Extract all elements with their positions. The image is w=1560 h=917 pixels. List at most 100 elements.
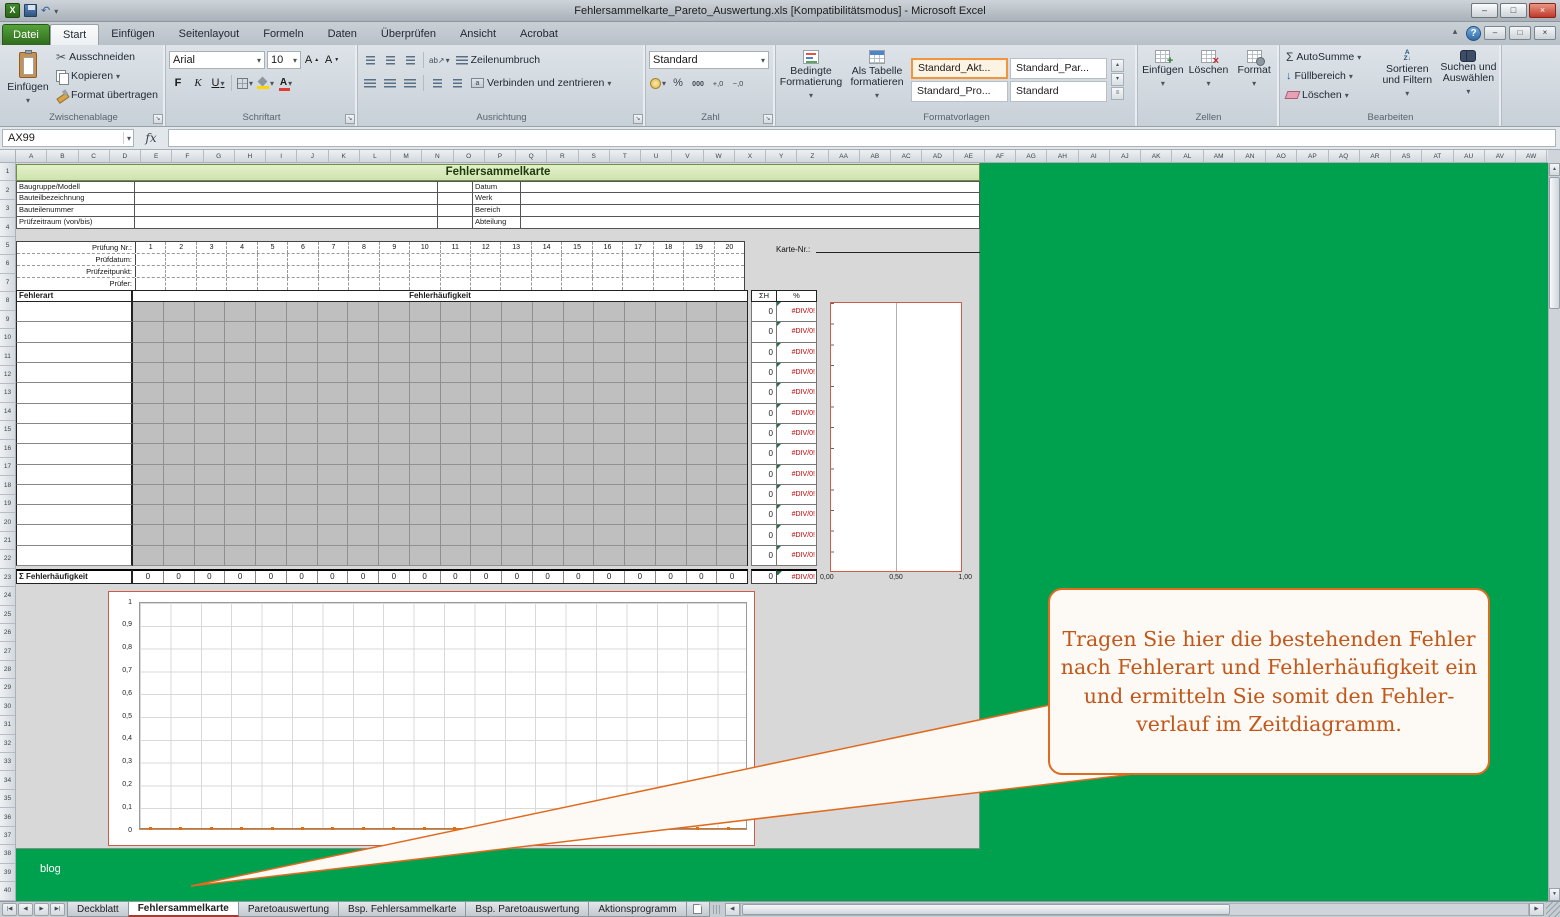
frequency-cell[interactable]: [256, 363, 287, 383]
row-header-37[interactable]: 37: [0, 827, 15, 845]
frequency-cell[interactable]: [533, 444, 564, 464]
close-button[interactable]: [1529, 3, 1556, 18]
align-middle-button[interactable]: [381, 51, 399, 69]
pruefung-cell[interactable]: [562, 254, 592, 265]
pruefung-cell[interactable]: [715, 254, 744, 265]
decrease-font-button[interactable]: A▼: [323, 51, 341, 69]
pruefung-cell[interactable]: [593, 266, 623, 277]
decrease-decimal-button[interactable]: [729, 74, 747, 92]
row-header-35[interactable]: 35: [0, 790, 15, 808]
frequency-cell[interactable]: [717, 424, 747, 444]
pruefung-cell[interactable]: [258, 278, 288, 290]
frequency-cell[interactable]: [625, 404, 656, 424]
frequency-cell[interactable]: [564, 485, 595, 505]
frequency-cell[interactable]: [687, 363, 718, 383]
frequency-cell[interactable]: [379, 546, 410, 566]
frequency-cell[interactable]: [533, 322, 564, 342]
ribbon-tab-5[interactable]: Überprüfen: [369, 24, 448, 45]
row-header-4[interactable]: 4: [0, 218, 15, 236]
pruefung-cell[interactable]: [380, 266, 410, 277]
frequency-cell[interactable]: [256, 424, 287, 444]
frequency-cell[interactable]: [164, 505, 195, 525]
clear-button[interactable]: Löschen: [1283, 86, 1376, 104]
select-all-corner[interactable]: [0, 150, 16, 163]
pruefung-cell[interactable]: [532, 266, 562, 277]
frequency-cell[interactable]: [318, 363, 349, 383]
frequency-cell[interactable]: [225, 546, 256, 566]
row-header-13[interactable]: 13: [0, 384, 15, 402]
frequency-cell[interactable]: [441, 444, 472, 464]
sort-filter-button[interactable]: Sortieren und Filtern: [1378, 48, 1437, 111]
frequency-cell[interactable]: [594, 322, 625, 342]
autosum-arrow-icon[interactable]: [1357, 51, 1361, 63]
pruefung-col-header[interactable]: 12: [471, 242, 501, 253]
frequency-cell[interactable]: [225, 302, 256, 322]
frequency-cell[interactable]: [441, 343, 472, 363]
ribbon-tab-1[interactable]: Einfügen: [99, 24, 166, 45]
fehlerart-cell[interactable]: [16, 485, 133, 505]
pruefung-col-header[interactable]: 15: [562, 242, 592, 253]
column-header-AS[interactable]: AS: [1391, 150, 1422, 162]
frequency-cell[interactable]: [625, 343, 656, 363]
frequency-cell[interactable]: [441, 546, 472, 566]
percent-format-button[interactable]: [669, 74, 687, 92]
pruefung-cell[interactable]: [471, 278, 501, 290]
pruefung-col-header[interactable]: 7: [319, 242, 349, 253]
frequency-cell[interactable]: [256, 546, 287, 566]
bold-button[interactable]: F: [169, 74, 187, 92]
fill-arrow-icon[interactable]: [1349, 70, 1353, 82]
frequency-cell[interactable]: [594, 444, 625, 464]
sheet-tab-5[interactable]: Aktionsprogramm: [588, 902, 686, 917]
frequency-cell[interactable]: [318, 322, 349, 342]
fehlerart-cell[interactable]: [16, 363, 133, 383]
column-header-X[interactable]: X: [735, 150, 766, 162]
form-input-right[interactable]: [521, 205, 980, 217]
style-item-0[interactable]: Standard_Akt...: [911, 58, 1008, 79]
pruefung-col-header[interactable]: 5: [258, 242, 288, 253]
frequency-cell[interactable]: [164, 404, 195, 424]
frequency-cell[interactable]: [471, 505, 502, 525]
frequency-cell[interactable]: [687, 465, 718, 485]
pruefung-cell[interactable]: [623, 254, 653, 265]
pruefung-cell[interactable]: [288, 266, 318, 277]
frequency-cell[interactable]: [195, 404, 226, 424]
frequency-cell[interactable]: [379, 383, 410, 403]
frequency-cell[interactable]: [256, 343, 287, 363]
workbook-minimize-icon[interactable]: [1484, 26, 1506, 40]
pruefung-cell[interactable]: [684, 266, 714, 277]
column-header-E[interactable]: E: [141, 150, 172, 162]
frequency-cell[interactable]: [287, 546, 318, 566]
fill-color-arrow-icon[interactable]: [270, 77, 274, 89]
pruefung-col-header[interactable]: 20: [715, 242, 744, 253]
frequency-cell[interactable]: [594, 485, 625, 505]
frequency-cell[interactable]: [471, 424, 502, 444]
column-header-AP[interactable]: AP: [1297, 150, 1328, 162]
pruefung-col-header[interactable]: 11: [441, 242, 471, 253]
frequency-cell[interactable]: [471, 302, 502, 322]
row-header-20[interactable]: 20: [0, 513, 15, 531]
pruefung-cell[interactable]: [319, 278, 349, 290]
frequency-cell[interactable]: [256, 505, 287, 525]
frequency-cell[interactable]: [410, 343, 441, 363]
frequency-cell[interactable]: [656, 505, 687, 525]
frequency-cell[interactable]: [133, 404, 164, 424]
row-header-16[interactable]: 16: [0, 440, 15, 458]
frequency-cell[interactable]: [687, 302, 718, 322]
frequency-cell[interactable]: [625, 505, 656, 525]
frequency-cell[interactable]: [287, 505, 318, 525]
frequency-cell[interactable]: [717, 322, 747, 342]
pruefung-cell[interactable]: [227, 278, 257, 290]
frequency-cell[interactable]: [195, 505, 226, 525]
pruefung-cell[interactable]: [166, 278, 196, 290]
frequency-cell[interactable]: [533, 485, 564, 505]
frequency-cell[interactable]: [410, 444, 441, 464]
pruefung-cell[interactable]: [258, 254, 288, 265]
frequency-cell[interactable]: [656, 546, 687, 566]
pruefung-col-header[interactable]: 16: [593, 242, 623, 253]
frequency-cell[interactable]: [502, 505, 533, 525]
pruefung-col-header[interactable]: 10: [410, 242, 440, 253]
frequency-cell[interactable]: [164, 485, 195, 505]
frequency-cell[interactable]: [410, 424, 441, 444]
column-header-AR[interactable]: AR: [1360, 150, 1391, 162]
column-header-AV[interactable]: AV: [1485, 150, 1516, 162]
